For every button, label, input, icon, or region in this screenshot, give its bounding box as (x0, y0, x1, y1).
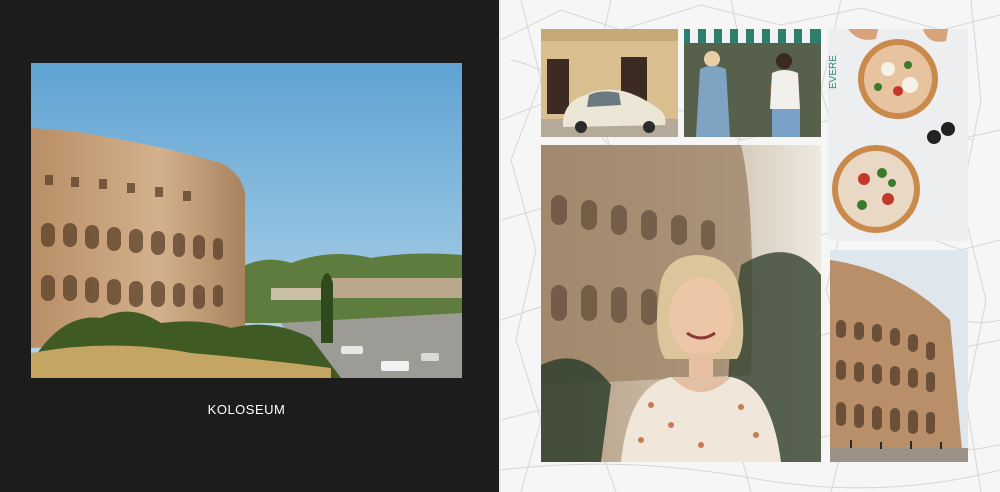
vintage-car-photo[interactable] (541, 29, 678, 137)
photo-caption: KOLOSEUM (207, 402, 286, 417)
photo-book-spread: KOLOSEUM EVERE (0, 0, 1000, 492)
pizza-photo[interactable]: EVERE (828, 29, 968, 241)
portrait-photo[interactable] (541, 145, 821, 462)
right-page: EVERE (501, 0, 1000, 492)
colosseum-photo[interactable] (830, 250, 968, 462)
left-page: KOLOSEUM (0, 0, 500, 492)
colosseum-hero-photo[interactable] (31, 63, 462, 378)
svg-text:EVERE: EVERE (828, 55, 839, 89)
friends-street-photo[interactable] (684, 29, 821, 137)
